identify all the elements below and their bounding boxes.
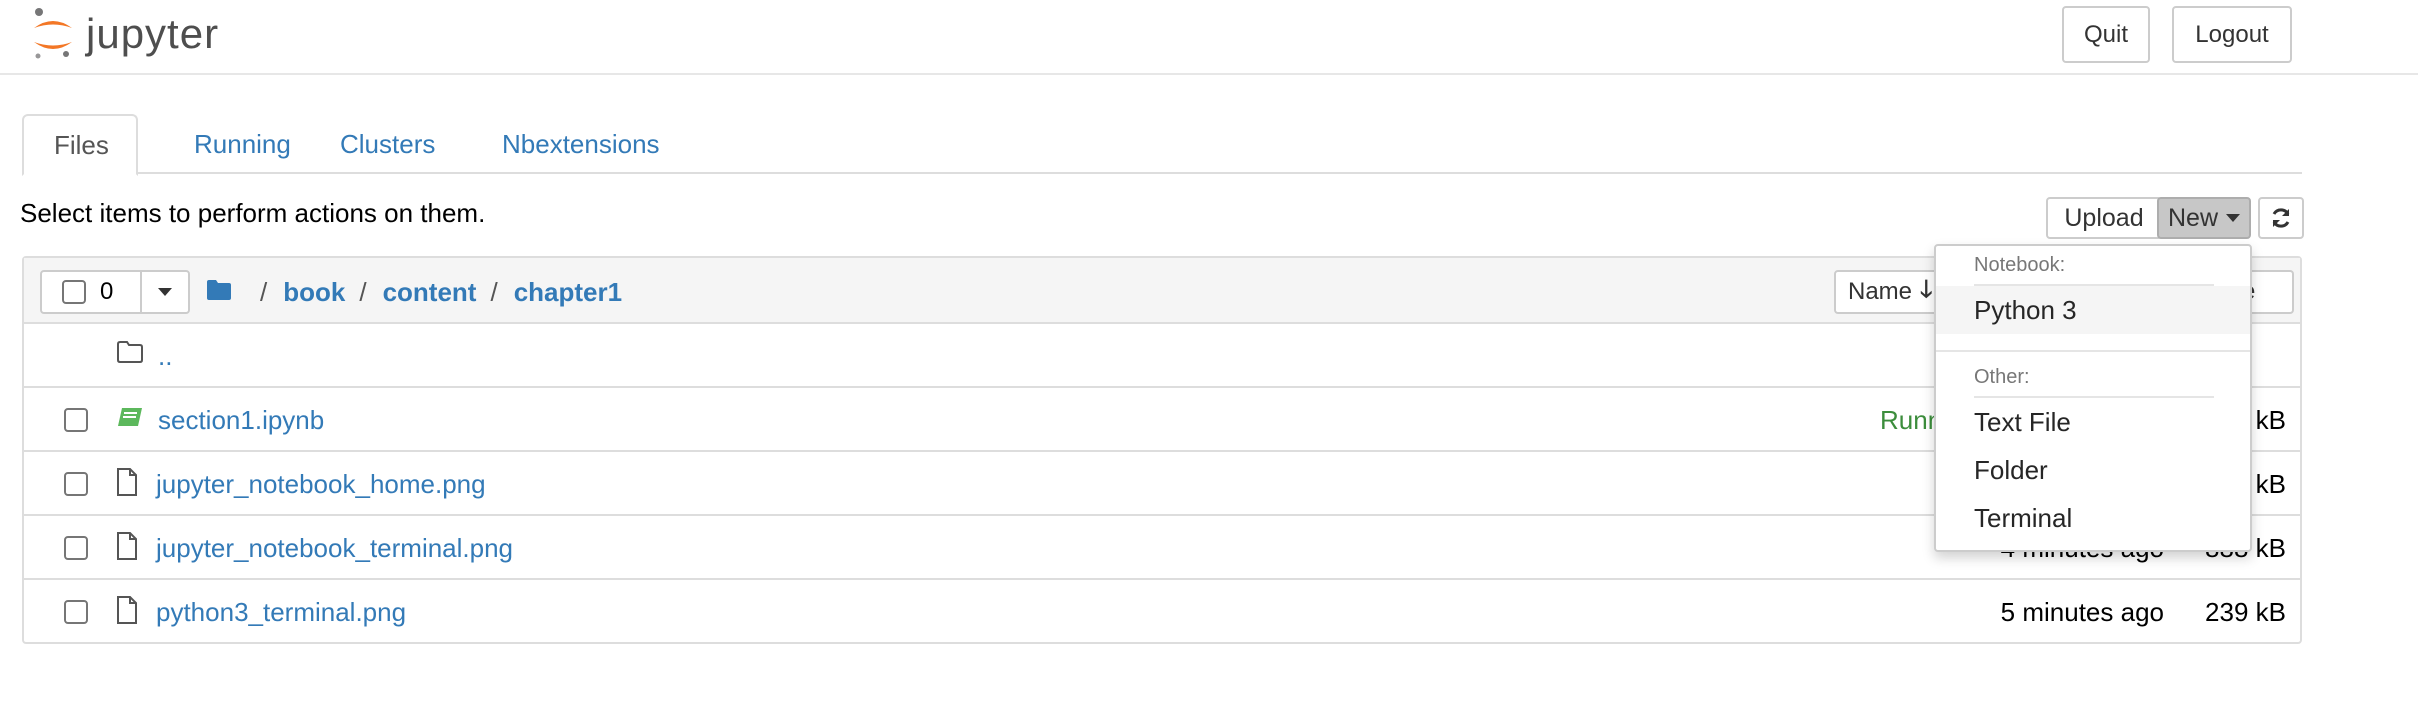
new-button[interactable]: New: [2157, 197, 2251, 239]
other-section-header: Other:: [1974, 366, 2030, 388]
folder-outline-icon: [116, 340, 144, 369]
breadcrumb-separator: /: [260, 276, 268, 307]
row-checkbox[interactable]: [64, 472, 88, 496]
notebook-section-header: Notebook:: [1974, 254, 2066, 276]
menu-item-text-file[interactable]: Text File: [1936, 398, 2250, 446]
parent-dir-link[interactable]: ..: [158, 341, 172, 372]
tab-running[interactable]: Running: [164, 114, 321, 174]
menu-item-folder[interactable]: Folder: [1936, 446, 2250, 494]
caret-down-icon: [158, 288, 172, 296]
tab-files[interactable]: Files: [22, 114, 138, 176]
file-icon: [116, 532, 138, 565]
file-size: 239 kB: [2205, 597, 2286, 627]
file-icon: [116, 596, 138, 629]
quit-button[interactable]: Quit: [2062, 6, 2150, 63]
row-checkbox[interactable]: [64, 536, 88, 560]
list-item[interactable]: python3_terminal.png 5 minutes ago 239 k…: [24, 580, 2300, 644]
breadcrumb-chapter1[interactable]: chapter1: [514, 277, 622, 308]
selected-count: 0: [100, 278, 114, 305]
refresh-button[interactable]: [2258, 197, 2304, 239]
breadcrumb-separator: /: [359, 276, 367, 307]
breadcrumb: / book / content / chapter1: [206, 272, 622, 312]
tab-nbextensions[interactable]: Nbextensions: [472, 114, 690, 174]
breadcrumb-content[interactable]: content: [383, 277, 477, 308]
select-all-control[interactable]: 0: [42, 272, 142, 312]
select-all-checkbox[interactable]: [62, 280, 86, 304]
file-name-link[interactable]: jupyter_notebook_terminal.png: [156, 533, 513, 564]
running-status: Runn: [1880, 405, 1943, 435]
notebook-icon: [116, 406, 144, 435]
new-dropdown-menu: Notebook: Python 3 Other: Text File Fold…: [1934, 244, 2252, 552]
file-name-link[interactable]: python3_terminal.png: [156, 597, 406, 628]
select-menu-toggle[interactable]: [142, 272, 188, 312]
breadcrumb-book[interactable]: book: [283, 277, 345, 308]
sort-label: Name: [1848, 278, 1913, 305]
jupyter-logo[interactable]: jupyter: [30, 6, 219, 62]
file-name-link[interactable]: section1.ipynb: [158, 405, 324, 436]
jupyter-file-browser: jupyter Quit Logout Files Running Cluste…: [0, 0, 2418, 714]
jupyter-logo-icon: [34, 8, 72, 59]
menu-item-terminal[interactable]: Terminal: [1936, 494, 2250, 542]
file-icon: [116, 468, 138, 501]
folder-icon[interactable]: [206, 277, 232, 308]
file-name-link[interactable]: jupyter_notebook_home.png: [156, 469, 486, 500]
select-all-group: 0: [40, 270, 190, 314]
new-button-label: New: [2167, 203, 2218, 232]
menu-item-python3[interactable]: Python 3: [1936, 286, 2250, 334]
row-checkbox[interactable]: [64, 600, 88, 624]
row-checkbox[interactable]: [64, 408, 88, 432]
upload-button[interactable]: Upload: [2046, 197, 2162, 239]
main-tabs: Files Running Clusters Nbextensions: [22, 114, 2302, 176]
header-bar: jupyter Quit Logout: [0, 0, 2418, 75]
modified-time: 5 minutes ago: [2000, 597, 2164, 627]
logo-text: jupyter: [86, 10, 220, 57]
logout-button[interactable]: Logout: [2172, 6, 2292, 63]
menu-divider: [1936, 350, 2250, 352]
arrow-down-icon: 🡓: [1920, 275, 1933, 303]
caret-down-icon: [2226, 214, 2240, 222]
instructions-text: Select items to perform actions on them.: [20, 198, 486, 228]
refresh-icon: [2272, 208, 2290, 228]
breadcrumb-separator: /: [490, 276, 498, 307]
tab-clusters[interactable]: Clusters: [310, 114, 465, 174]
